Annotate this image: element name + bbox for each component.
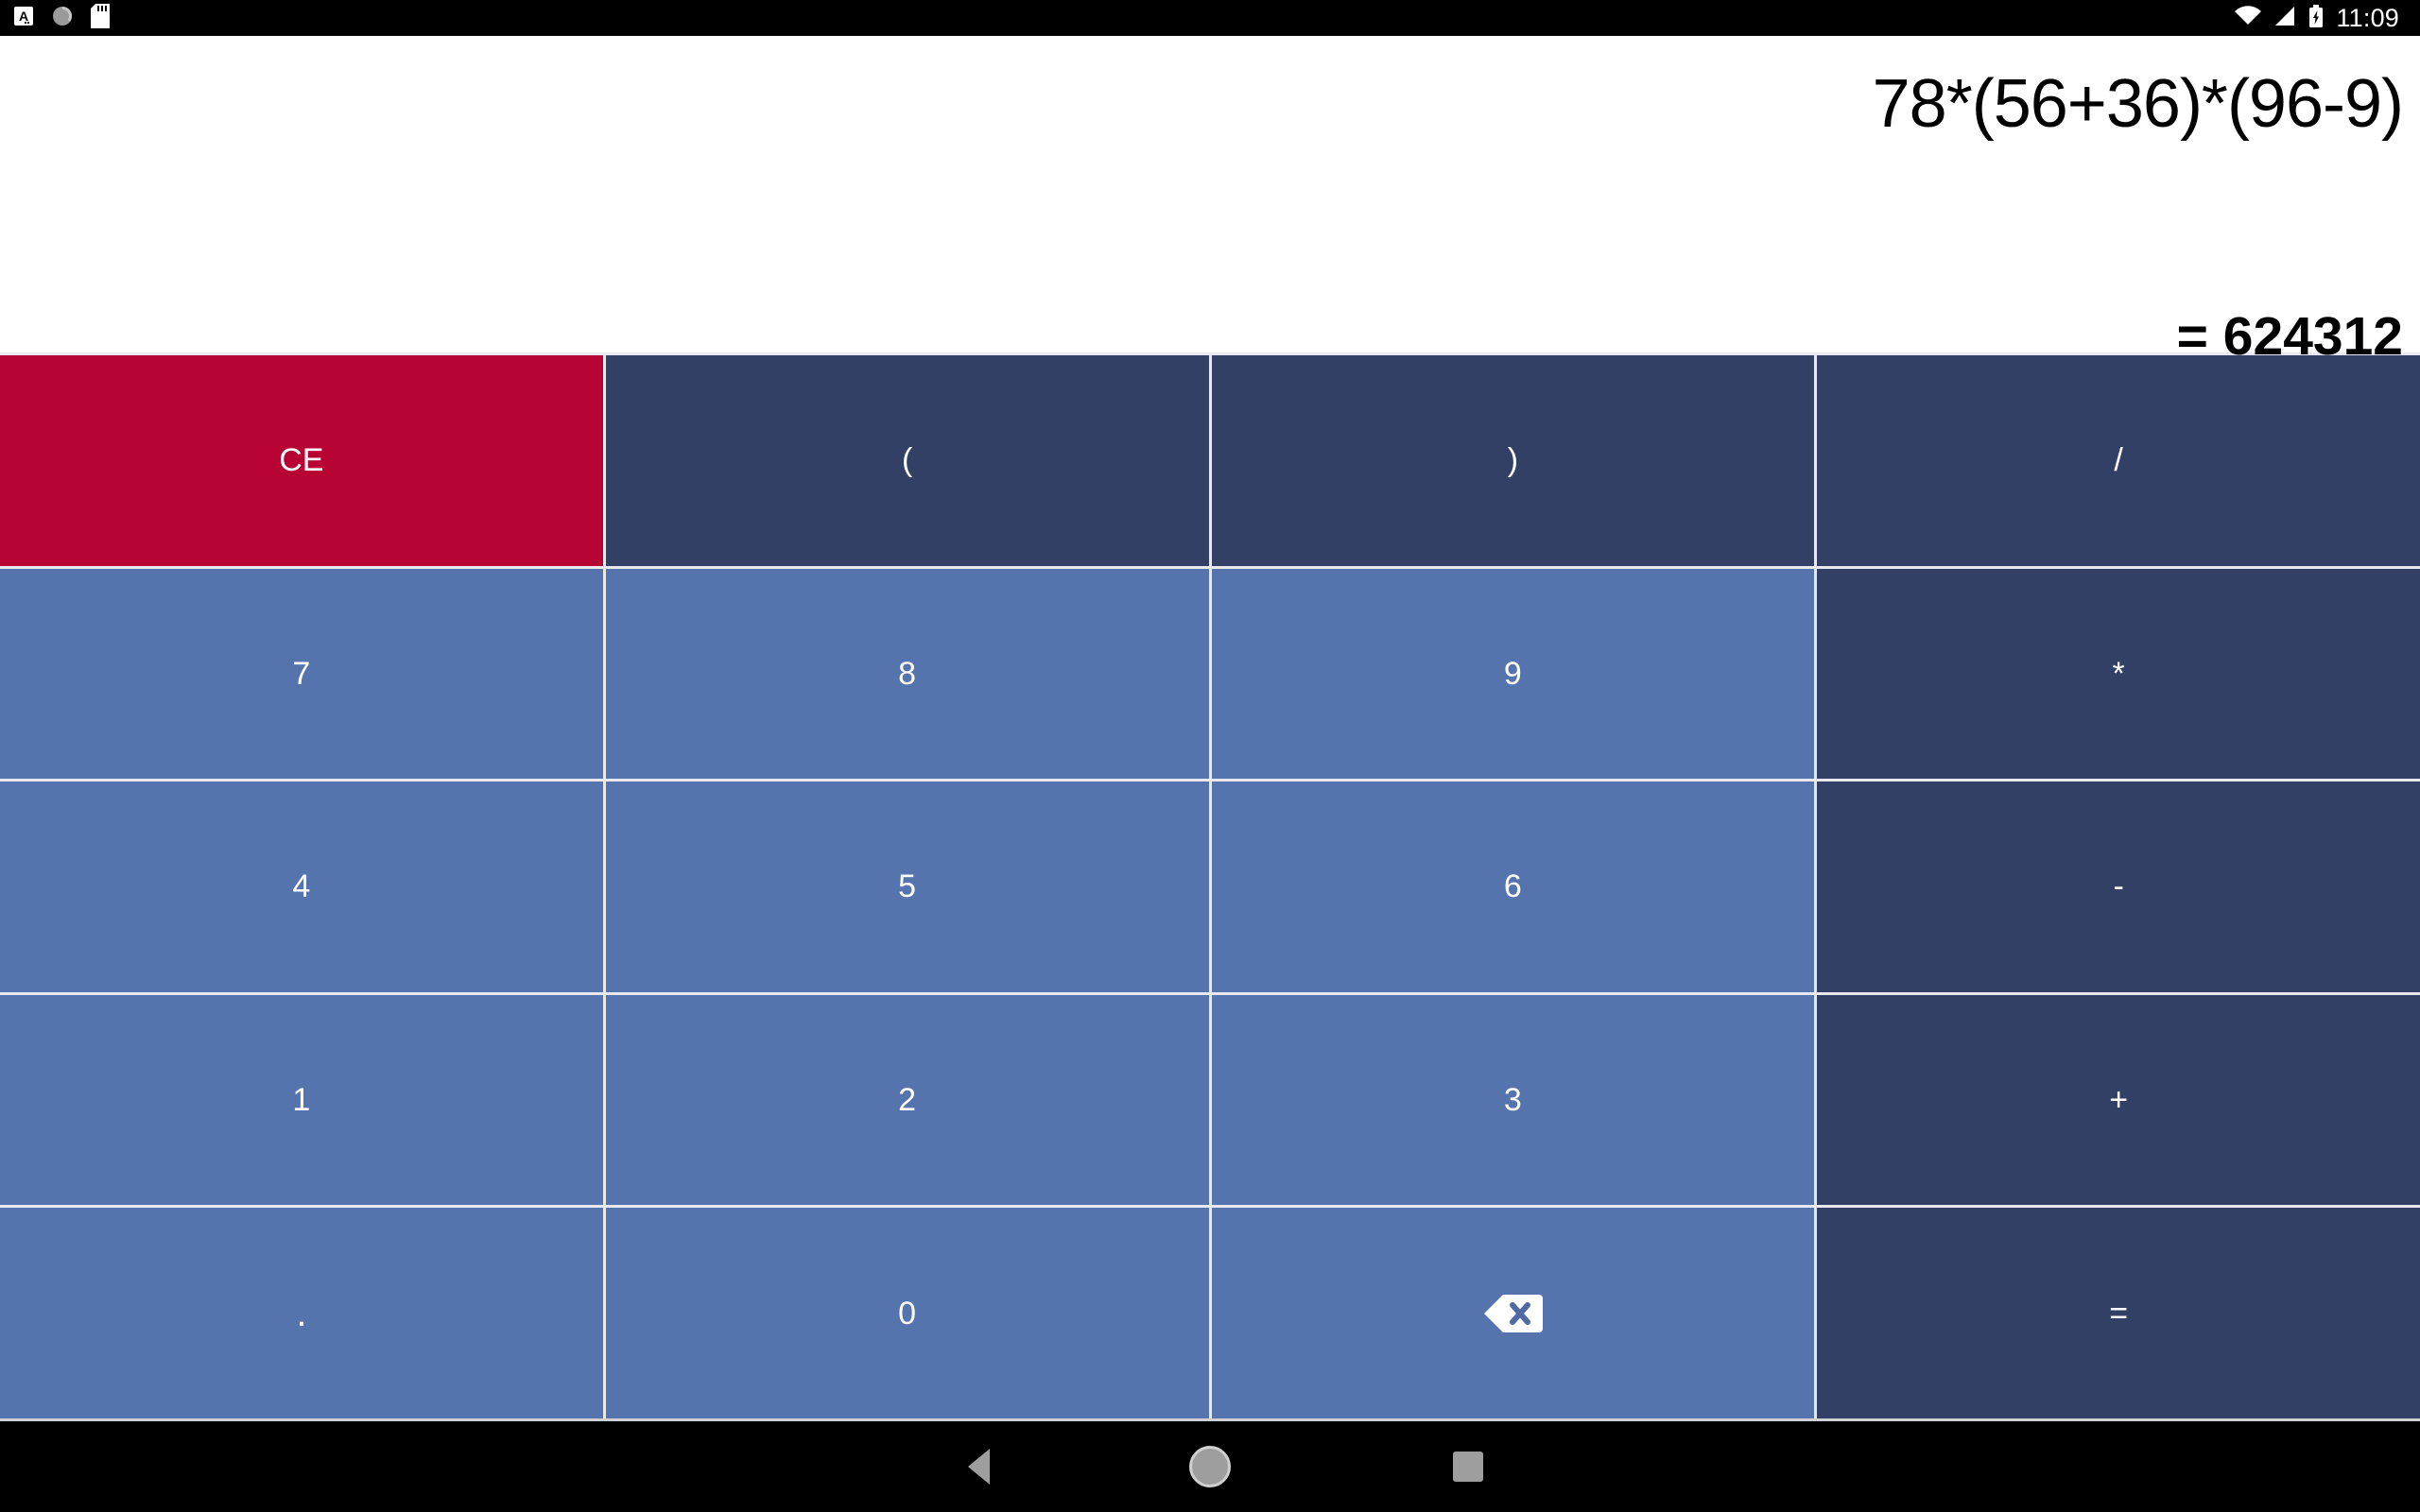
back-icon[interactable] [968, 1449, 990, 1485]
backspace-button[interactable] [1211, 1208, 1815, 1418]
minus-button-label: - [2113, 868, 2124, 905]
close-paren-button[interactable]: ) [1211, 355, 1815, 566]
notification-letter-icon: A [13, 5, 34, 32]
sync-circle-icon [51, 5, 74, 32]
multiply-button[interactable]: * [1817, 568, 2420, 780]
digit-6-button-label: 6 [1503, 868, 1522, 905]
digit-8-button-label: 8 [898, 655, 917, 692]
backspace-icon [1482, 1291, 1544, 1336]
digit-7-button[interactable]: 7 [0, 568, 603, 780]
digit-9-button[interactable]: 9 [1211, 568, 1815, 780]
digit-5-button-label: 5 [898, 868, 917, 905]
digit-1-button-label: 1 [292, 1082, 311, 1119]
status-bar-clock: 11:09 [2336, 3, 2399, 32]
calculator-display: 78*(56+36)*(96-9) = 624312 [0, 36, 2420, 364]
open-paren-button[interactable]: ( [605, 355, 1209, 566]
status-bar-system-icons: 11:09 [2235, 3, 2399, 32]
expression-text: 78*(56+36)*(96-9) [1872, 66, 2404, 142]
device-screen: A 11:09 78*(56+36)*(96-9) = 624312 CE (… [0, 0, 2420, 1512]
home-icon[interactable] [1189, 1446, 1231, 1487]
multiply-button-label: * [2112, 655, 2125, 692]
cellular-signal-icon [2273, 6, 2296, 31]
clear-entry-button[interactable]: CE [0, 355, 603, 566]
minus-button[interactable]: - [1817, 782, 2420, 992]
plus-button-label: + [2109, 1082, 2129, 1119]
clear-entry-button-label: CE [279, 442, 324, 479]
wifi-icon [2235, 5, 2262, 31]
status-bar-notification-icons: A [13, 3, 110, 33]
digit-2-button-label: 2 [898, 1082, 917, 1119]
battery-charging-icon [2308, 4, 2324, 32]
open-paren-button-label: ( [901, 442, 913, 479]
digit-5-button[interactable]: 5 [605, 782, 1209, 992]
decimal-point-button-label: . [296, 1292, 307, 1334]
calculator-keypad: CE () / 7 8 9 * 4 5 6 - 1 2 3 +. 0 = [0, 352, 2420, 1421]
plus-button[interactable]: + [1817, 994, 2420, 1206]
digit-2-button[interactable]: 2 [605, 994, 1209, 1206]
recents-icon[interactable] [1453, 1452, 1483, 1482]
digit-4-button-label: 4 [292, 868, 311, 905]
digit-4-button[interactable]: 4 [0, 782, 603, 992]
divide-button[interactable]: / [1817, 355, 2420, 566]
equals-button[interactable]: = [1817, 1208, 2420, 1418]
status-bar: A 11:09 [0, 0, 2420, 36]
digit-3-button[interactable]: 3 [1211, 994, 1815, 1206]
digit-7-button-label: 7 [292, 655, 311, 692]
digit-8-button[interactable]: 8 [605, 568, 1209, 780]
sd-card-icon [91, 3, 110, 33]
equals-button-label: = [2109, 1295, 2129, 1332]
divide-button-label: / [2114, 442, 2123, 479]
android-navigation-bar [0, 1421, 2420, 1512]
svg-text:A: A [19, 9, 28, 24]
decimal-point-button[interactable]: . [0, 1208, 603, 1418]
digit-9-button-label: 9 [1503, 655, 1522, 692]
digit-3-button-label: 3 [1503, 1082, 1522, 1119]
digit-0-button[interactable]: 0 [605, 1208, 1209, 1418]
digit-0-button-label: 0 [898, 1295, 917, 1332]
digit-6-button[interactable]: 6 [1211, 782, 1815, 992]
digit-1-button[interactable]: 1 [0, 994, 603, 1206]
close-paren-button-label: ) [1507, 442, 1519, 479]
